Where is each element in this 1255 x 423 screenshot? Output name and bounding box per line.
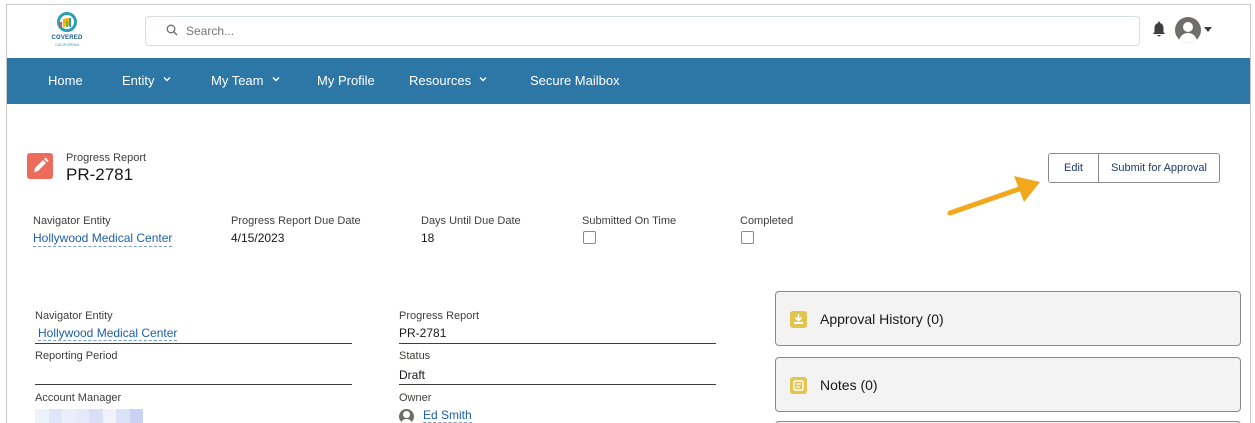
logo-text: COVERED: [51, 35, 83, 41]
status-label: Status: [399, 350, 431, 362]
progress-report-label: Progress Report: [399, 310, 480, 322]
global-search[interactable]: [145, 16, 1140, 46]
highlight-days-until-value: 18: [421, 231, 435, 245]
notes-title[interactable]: Notes (0): [820, 377, 878, 393]
search-input[interactable]: [186, 21, 1126, 41]
chevron-down-icon: [479, 77, 487, 82]
navigator-entity-label: Navigator Entity: [35, 310, 113, 322]
pencil-icon: [34, 157, 49, 172]
record-type-label: Progress Report: [66, 152, 147, 164]
annotation-arrow: [947, 176, 1040, 216]
user-profile-menu[interactable]: [1173, 15, 1213, 45]
owner-label: Owner: [399, 392, 432, 404]
nav-home[interactable]: Home: [48, 58, 83, 104]
covered-california-logo[interactable]: COVERED CALIFORNIA: [50, 11, 84, 51]
owner-link[interactable]: Ed Smith: [423, 408, 472, 423]
highlight-days-until-label: Days Until Due Date: [421, 215, 521, 227]
nav-resources-label: Resources: [409, 73, 472, 88]
nav-home-label: Home: [48, 73, 83, 88]
nav-my-profile[interactable]: My Profile: [317, 58, 375, 104]
avatar-icon: [1175, 17, 1201, 43]
completed-checkbox: [741, 231, 754, 244]
nav-resources[interactable]: Resources: [409, 58, 487, 104]
record-type-icon: [27, 153, 53, 179]
status-value: Draft: [399, 368, 426, 382]
field-divider: [35, 384, 352, 385]
nav-my-team[interactable]: My Team: [211, 58, 280, 104]
page-title: PR-2781: [66, 165, 134, 184]
approval-history-card[interactable]: Approval History (0): [775, 291, 1241, 346]
main-nav-bar: Home Entity My Team My Profile Resources…: [7, 58, 1250, 104]
highlight-completed-label: Completed: [740, 215, 794, 227]
chevron-down-icon: [163, 77, 171, 82]
progress-report-value: PR-2781: [399, 326, 447, 340]
nav-secure-mailbox-label: Secure Mailbox: [530, 73, 620, 88]
owner-avatar-icon: [399, 409, 414, 423]
notifications-bell-icon[interactable]: [1151, 21, 1167, 39]
highlight-navigator-entity-label: Navigator Entity: [33, 215, 111, 227]
notes-card[interactable]: Notes (0): [775, 357, 1241, 412]
chevron-down-icon: [272, 77, 279, 82]
reporting-period-label: Reporting Period: [35, 350, 118, 362]
highlight-submitted-on-time-label: Submitted On Time: [582, 215, 677, 227]
navigator-entity-link[interactable]: Hollywood Medical Center: [38, 326, 178, 341]
field-divider: [399, 343, 716, 344]
chevron-down-icon: [1204, 27, 1212, 32]
record-actions: Edit Submit for Approval: [1048, 153, 1220, 183]
nav-my-team-label: My Team: [211, 73, 264, 88]
search-icon: [166, 24, 178, 36]
nav-my-profile-label: My Profile: [317, 73, 375, 88]
logo-subtext: CALIFORNIA: [54, 42, 79, 47]
notes-icon: [790, 377, 807, 394]
app-frame: COVERED CALIFORNIA Home Entity My Team M…: [6, 4, 1251, 423]
account-manager-redacted-value: [35, 409, 143, 423]
field-divider: [399, 384, 716, 385]
approval-history-icon: [790, 311, 807, 328]
global-header: COVERED CALIFORNIA: [7, 5, 1250, 58]
nav-entity-label: Entity: [122, 73, 155, 88]
highlight-navigator-entity-link[interactable]: Hollywood Medical Center: [33, 231, 173, 247]
submit-for-approval-button[interactable]: Submit for Approval: [1098, 154, 1219, 182]
approval-history-title[interactable]: Approval History (0): [820, 311, 944, 327]
nav-entity[interactable]: Entity: [122, 58, 171, 104]
highlight-due-date-value: 4/15/2023: [231, 231, 285, 245]
submitted-on-time-checkbox: [583, 231, 596, 244]
field-divider: [35, 343, 352, 344]
highlight-due-date-label: Progress Report Due Date: [231, 215, 361, 227]
nav-secure-mailbox[interactable]: Secure Mailbox: [530, 58, 620, 104]
account-manager-label: Account Manager: [35, 392, 122, 404]
edit-button[interactable]: Edit: [1049, 154, 1098, 182]
